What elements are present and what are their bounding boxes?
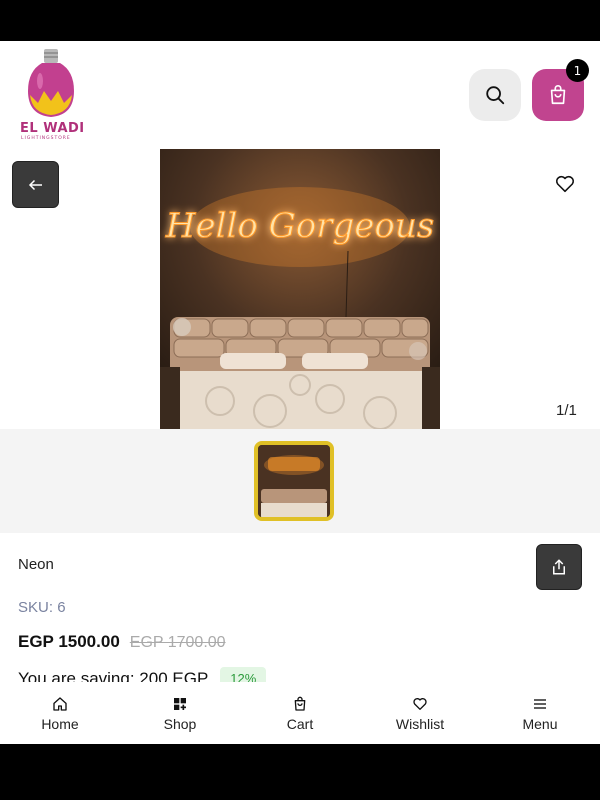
bottom-navigation: Home Shop Cart Wishlist Menu: [0, 682, 600, 744]
nav-shop-label: Shop: [163, 715, 197, 732]
menu-icon: [531, 695, 549, 713]
grid-add-icon: [171, 695, 189, 713]
nav-home-label: Home: [41, 715, 79, 732]
home-icon: [51, 695, 69, 713]
product-title: Neon: [18, 556, 54, 573]
cart-count-badge: 1: [566, 59, 589, 82]
nav-home[interactable]: Home: [0, 682, 120, 744]
search-button[interactable]: [469, 69, 521, 121]
current-price: EGP 1500.00: [18, 632, 120, 651]
nav-cart[interactable]: Cart: [240, 682, 360, 744]
nav-shop[interactable]: Shop: [120, 682, 240, 744]
original-price: EGP 1700.00: [129, 634, 226, 651]
share-button[interactable]: [536, 544, 582, 590]
search-icon: [486, 86, 505, 105]
shopping-bag-icon: [550, 85, 566, 105]
logo-text: EL WADI: [20, 121, 85, 136]
image-counter: 1/1: [556, 402, 577, 419]
heart-icon: [555, 175, 575, 193]
heart-icon: [411, 695, 429, 713]
nav-menu-label: Menu: [522, 715, 558, 732]
product-page: EL WADI LIGHTINGSTORE 1 Hello Gorgeous 1…: [0, 41, 600, 744]
shopping-bag-icon: [291, 695, 309, 713]
system-status-bar: [0, 0, 600, 41]
product-image[interactable]: Hello Gorgeous: [160, 149, 440, 429]
neon-bedroom-photo: Hello Gorgeous: [160, 149, 440, 429]
arrow-left-icon: [28, 179, 42, 190]
logo-subtext: LIGHTINGSTORE: [21, 136, 71, 141]
nav-wishlist[interactable]: Wishlist: [360, 682, 480, 744]
nav-wishlist-label: Wishlist: [395, 715, 445, 732]
share-icon: [553, 559, 565, 575]
price-row: EGP 1500.00 EGP 1700.00: [18, 632, 226, 652]
sku-line: SKU: 6: [18, 599, 66, 616]
thumbnail-strip: [0, 429, 600, 533]
sku-value: 6: [57, 599, 66, 616]
thumbnail-image: [258, 445, 330, 517]
nav-menu[interactable]: Menu: [480, 682, 600, 744]
neon-sign-text: Hello Gorgeous: [165, 206, 434, 246]
sku-label: SKU:: [18, 599, 54, 616]
back-button[interactable]: [12, 161, 59, 208]
nav-cart-label: Cart: [286, 715, 314, 732]
system-navigation-bar: [0, 744, 600, 800]
thumbnail-selected[interactable]: [254, 441, 334, 521]
lightbulb-logo-icon: [28, 49, 74, 117]
wishlist-button[interactable]: [552, 171, 578, 197]
